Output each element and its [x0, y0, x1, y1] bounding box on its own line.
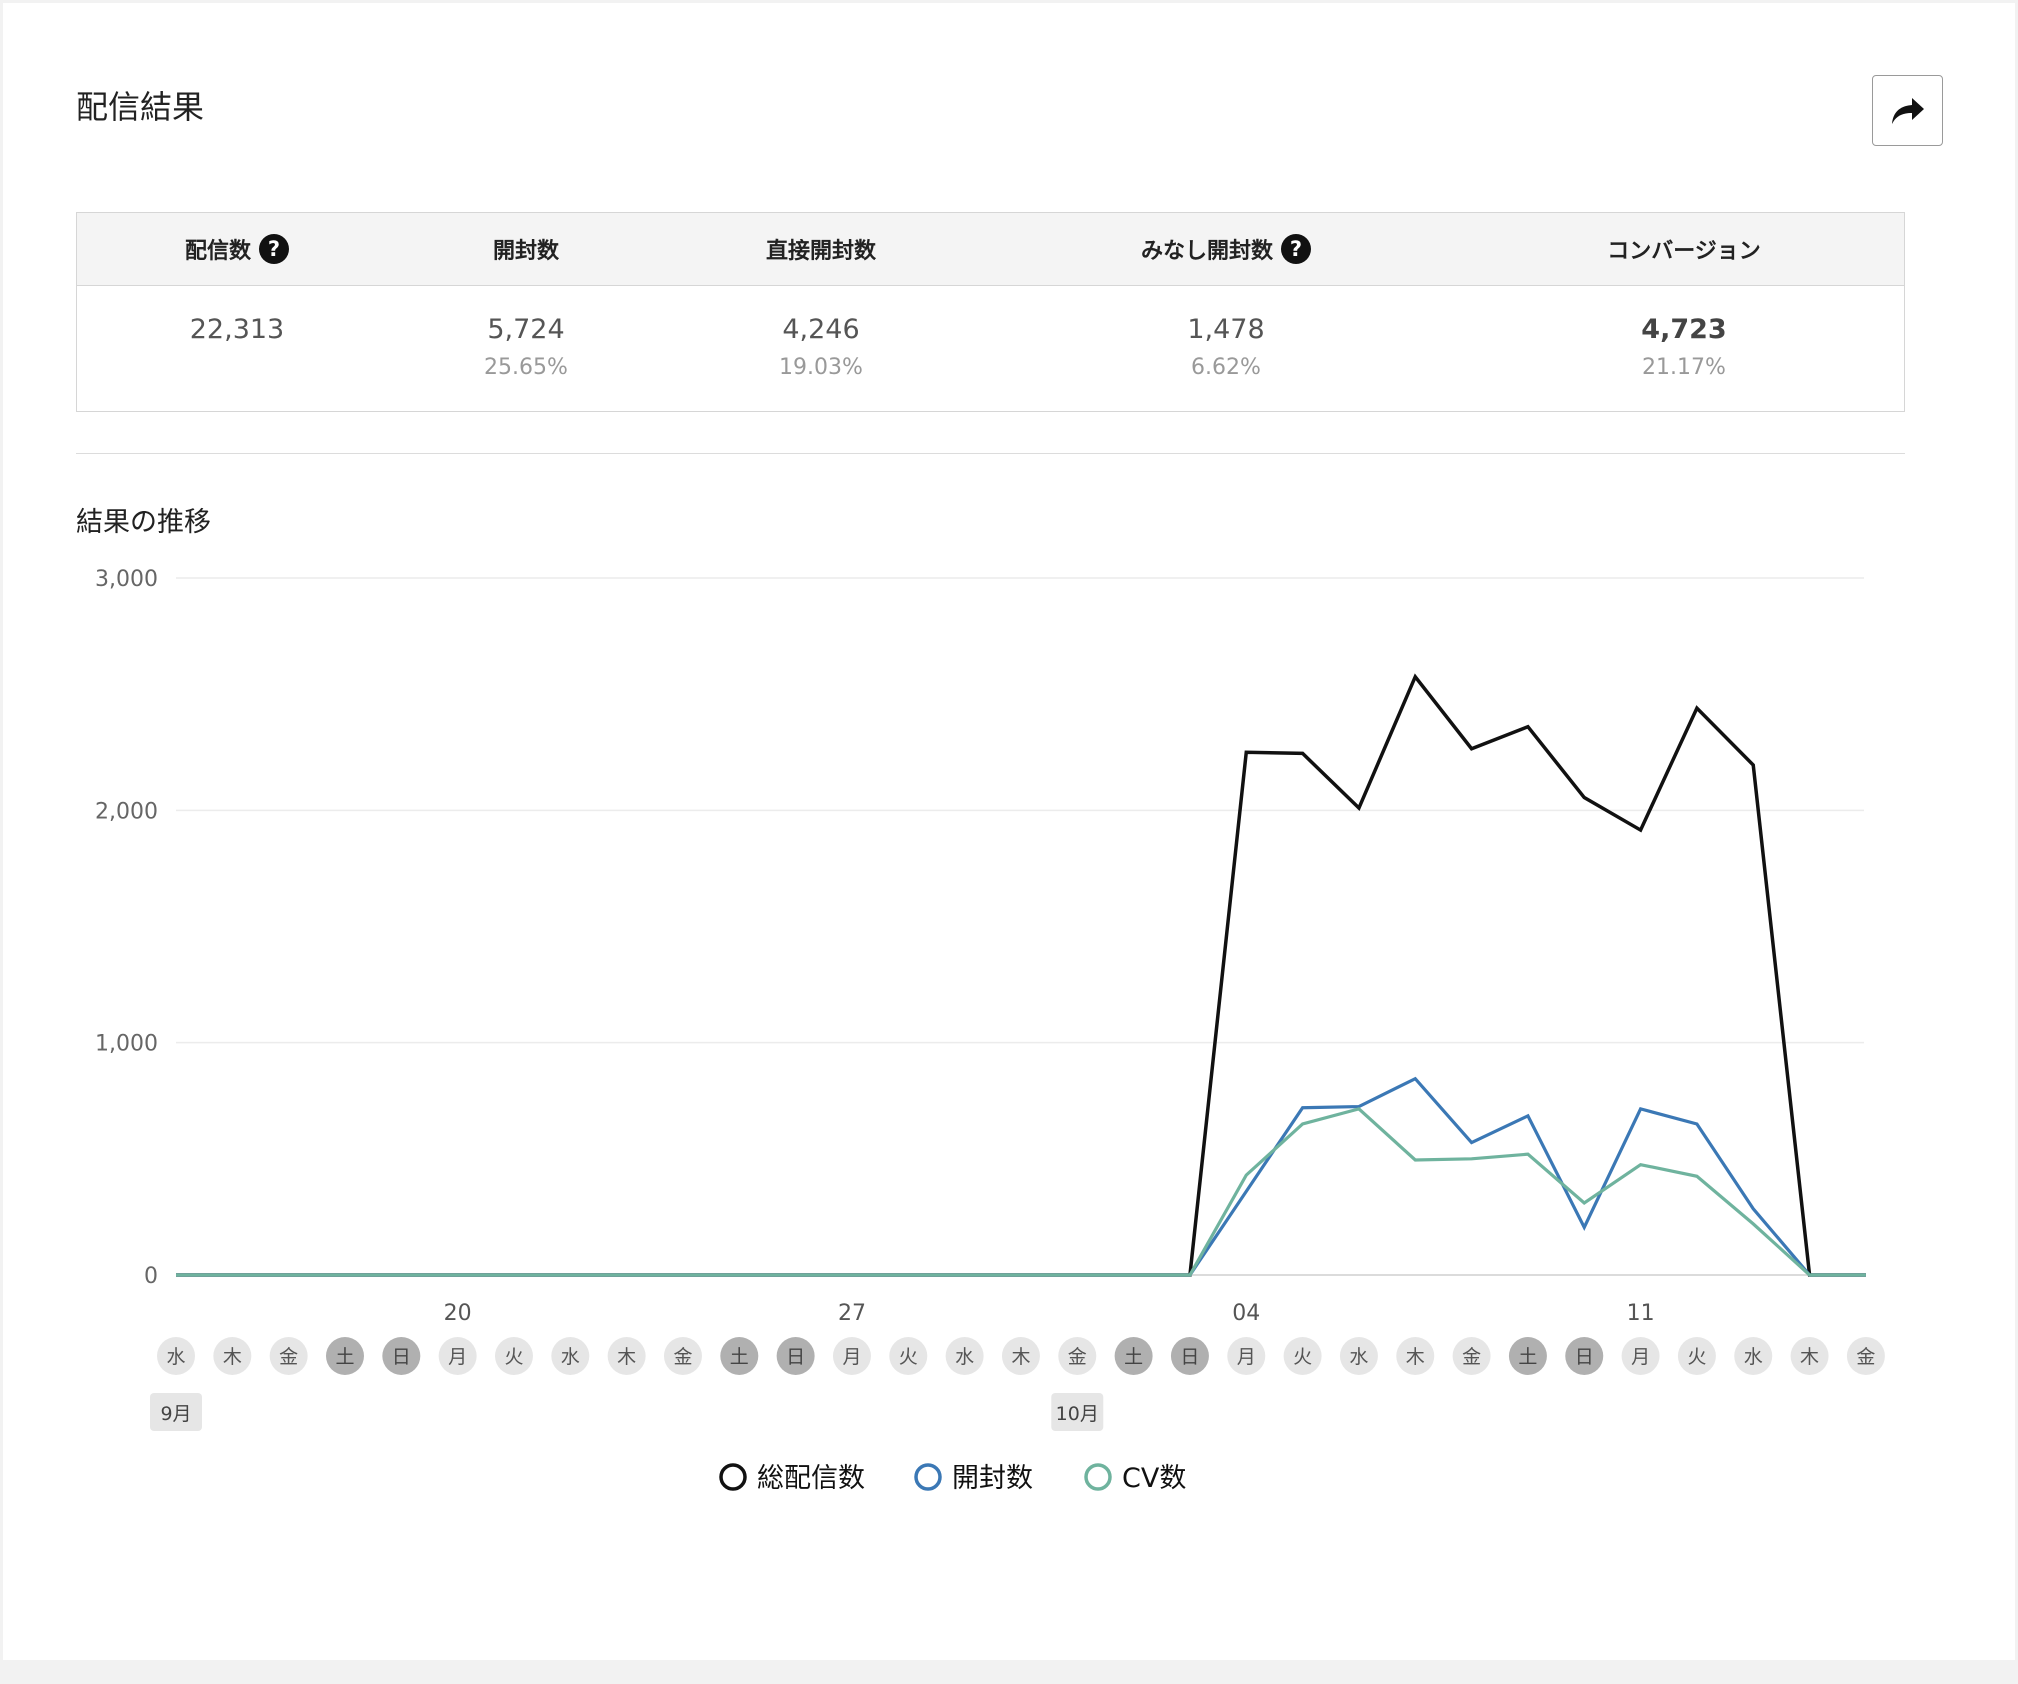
weekday-label: 土 — [730, 1346, 749, 1368]
weekday-label: 木 — [617, 1346, 636, 1368]
weekday-label: 土 — [1518, 1346, 1537, 1368]
trend-line-chart: 0 1,000 2,000 3,000 20 27 04 11 水 木 金 土 日 月 火 水 木 金 土 日 月 火 水 木… — [95, 567, 1885, 1494]
weekday-label: 金 — [673, 1346, 692, 1368]
weekday-label: 月 — [448, 1346, 467, 1368]
legend-label-1: 総配信数 — [757, 1463, 865, 1494]
x-date-label: 11 — [1627, 1301, 1655, 1326]
weekday-label: 木 — [1011, 1346, 1030, 1368]
weekday-label: 月 — [1237, 1346, 1256, 1368]
weekday-label: 日 — [1180, 1346, 1199, 1368]
weekday-label: 金 — [1856, 1346, 1875, 1368]
weekday-label: 月 — [1631, 1346, 1650, 1368]
weekday-label: 月 — [842, 1346, 861, 1368]
legend-marker-3 — [1084, 1463, 1112, 1491]
weekday-label: 火 — [1293, 1346, 1312, 1368]
x-date-label: 20 — [444, 1301, 472, 1326]
y-tick-label: 0 — [144, 1264, 158, 1289]
x-date-label: 04 — [1232, 1301, 1260, 1326]
weekday-label: 金 — [1462, 1346, 1481, 1368]
weekday-label: 土 — [335, 1346, 354, 1368]
weekday-label: 火 — [1687, 1346, 1706, 1368]
weekday-label: 土 — [1124, 1346, 1143, 1368]
weekday-label: 日 — [1575, 1346, 1594, 1368]
weekday-label: 水 — [561, 1346, 580, 1368]
series-line-3 — [176, 1107, 1866, 1277]
month-label: 10月 — [1056, 1403, 1099, 1425]
weekday-label: 火 — [899, 1346, 918, 1368]
weekday-label: 水 — [1744, 1346, 1763, 1368]
weekday-label: 火 — [504, 1346, 523, 1368]
legend-label-2: 開封数 — [952, 1463, 1033, 1494]
y-tick-label: 2,000 — [95, 799, 158, 824]
legend-marker-2 — [914, 1463, 942, 1491]
weekday-label: 日 — [392, 1346, 411, 1368]
month-label: 9月 — [160, 1403, 191, 1425]
weekday-label: 水 — [1349, 1346, 1368, 1368]
weekday-label: 水 — [955, 1346, 974, 1368]
weekday-label: 金 — [279, 1346, 298, 1368]
weekday-label: 水 — [166, 1346, 185, 1368]
weekday-label: 木 — [223, 1346, 242, 1368]
weekday-label: 木 — [1800, 1346, 1819, 1368]
weekday-label: 金 — [1068, 1346, 1087, 1368]
y-tick-label: 3,000 — [95, 567, 158, 592]
weekday-label: 木 — [1406, 1346, 1425, 1368]
series-line-2 — [176, 1076, 1866, 1277]
weekday-label: 日 — [786, 1346, 805, 1368]
y-tick-label: 1,000 — [95, 1032, 158, 1057]
x-date-label: 27 — [838, 1301, 866, 1326]
legend-marker-1 — [719, 1463, 747, 1491]
legend-label-3: CV数 — [1122, 1463, 1186, 1494]
